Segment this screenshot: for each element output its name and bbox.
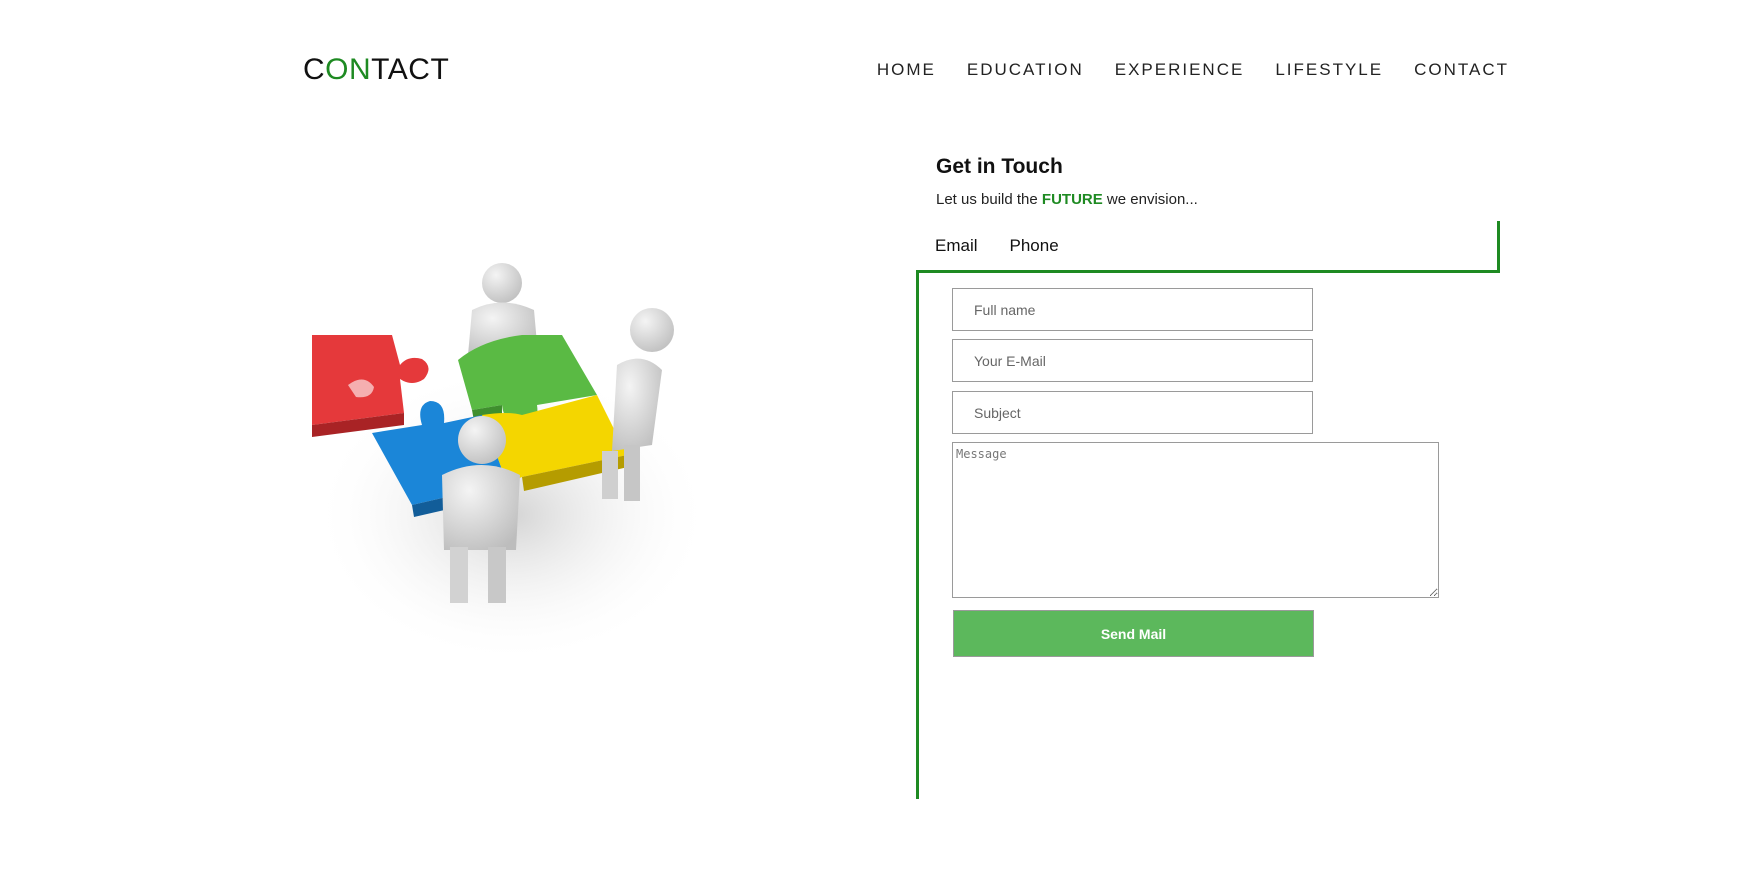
form-frame-right-border xyxy=(1497,221,1500,273)
puzzle-team-illustration xyxy=(312,263,712,660)
logo-part-3: TACT xyxy=(371,53,450,86)
tab-phone[interactable]: Phone xyxy=(1010,235,1059,257)
get-in-touch-title: Get in Touch xyxy=(936,155,1063,178)
email-input[interactable] xyxy=(952,339,1313,382)
subject-input[interactable] xyxy=(952,391,1313,434)
main-nav: HOME EDUCATION EXPERIENCE LIFESTYLE CONT… xyxy=(877,58,1509,82)
tagline-suffix: we envision... xyxy=(1102,191,1198,208)
nav-contact[interactable]: CONTACT xyxy=(1414,58,1509,82)
form-frame-left-border xyxy=(916,270,919,799)
tagline-highlight: FUTURE xyxy=(1041,191,1103,208)
logo-part-2: ON xyxy=(325,53,372,86)
form-frame-top-border xyxy=(916,270,1500,273)
contact-tagline: Let us build the FUTURE we envision... xyxy=(936,191,1198,208)
nav-lifestyle[interactable]: LIFESTYLE xyxy=(1275,58,1383,82)
tagline-prefix: Let us build the xyxy=(936,191,1042,208)
full-name-input[interactable] xyxy=(952,288,1313,331)
nav-education[interactable]: EDUCATION xyxy=(967,58,1084,82)
logo-part-1: C xyxy=(303,53,326,86)
nav-experience[interactable]: EXPERIENCE xyxy=(1115,58,1245,82)
message-textarea[interactable] xyxy=(952,442,1439,598)
tab-email[interactable]: Email xyxy=(935,235,978,257)
site-logo[interactable]: CONTACT xyxy=(303,52,449,88)
send-mail-button[interactable]: Send Mail xyxy=(953,610,1314,657)
contact-tabs: Email Phone xyxy=(935,235,1059,257)
nav-home[interactable]: HOME xyxy=(877,58,936,82)
